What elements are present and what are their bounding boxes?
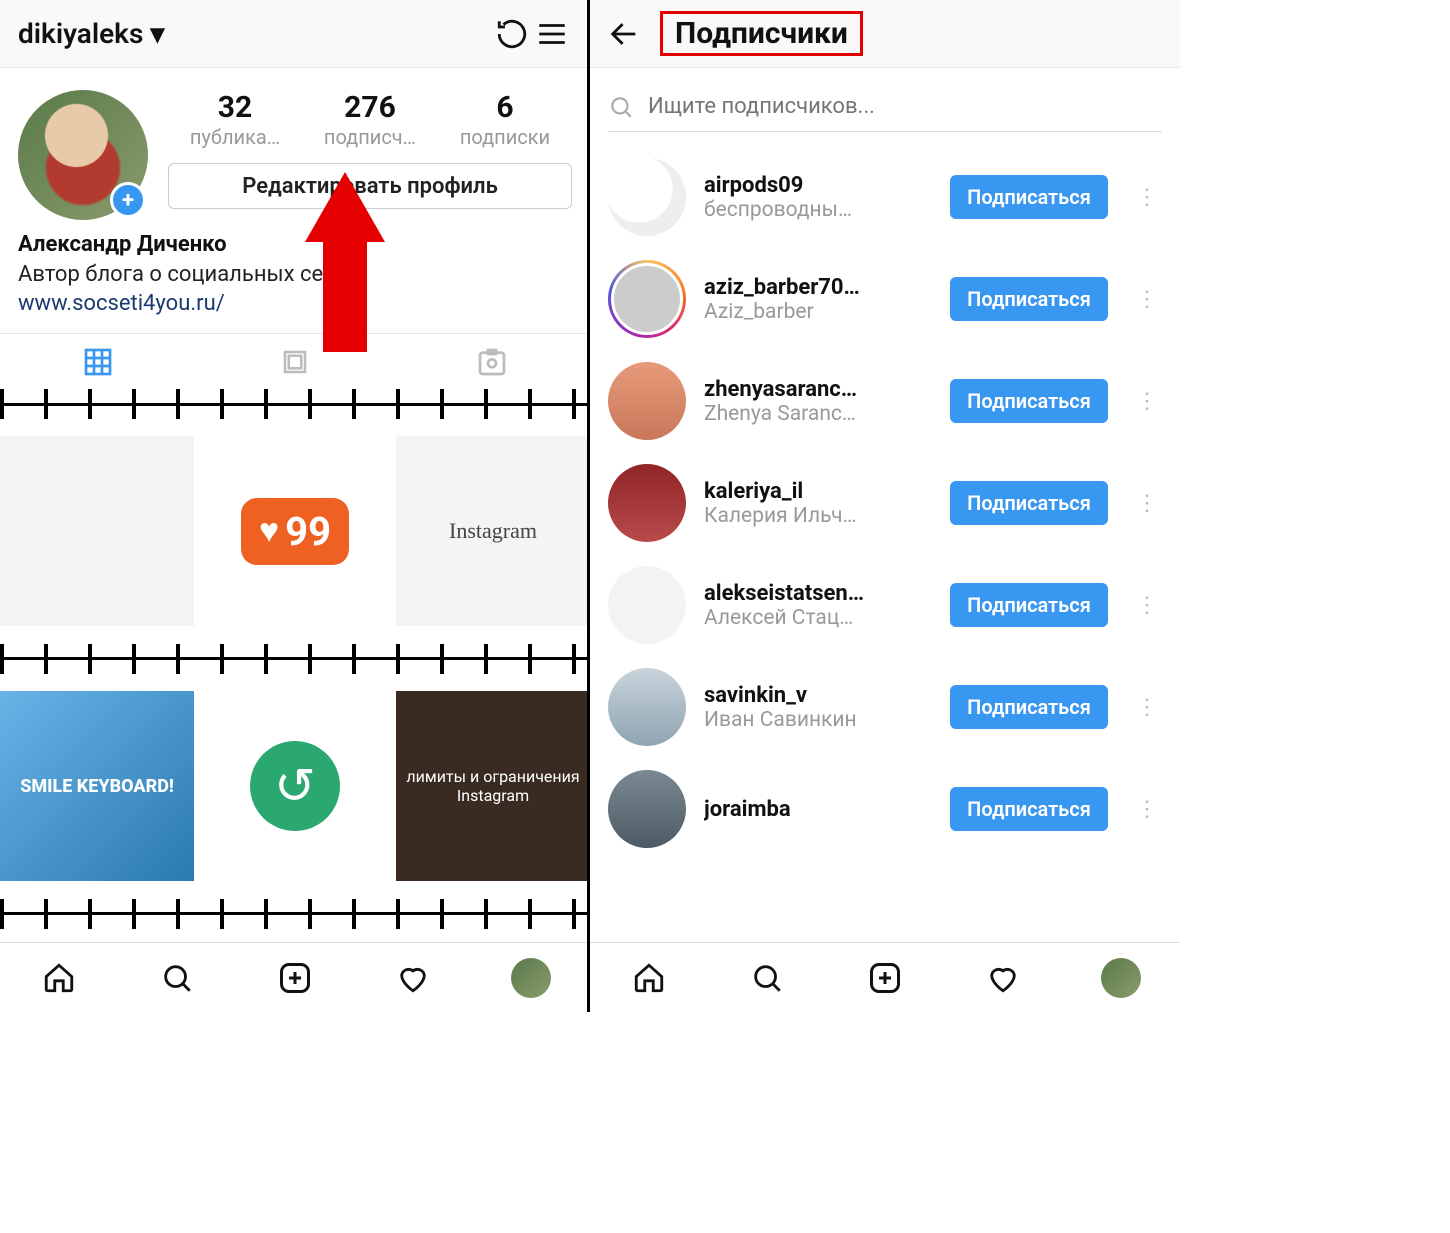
follower-avatar[interactable]	[608, 770, 686, 848]
follower-username: zhenyasaranc…	[704, 377, 932, 402]
add-story-icon[interactable]: +	[110, 182, 146, 218]
nav-add-icon[interactable]	[275, 958, 315, 998]
follow-button[interactable]: Подписаться	[950, 481, 1108, 525]
stat-followers[interactable]: 276 подписч…	[324, 90, 416, 149]
bottom-nav	[0, 942, 590, 1012]
username-dropdown[interactable]: dikiyaleks ▾	[18, 17, 164, 50]
post-tile[interactable]: ↺	[198, 691, 392, 881]
profile-tabs	[0, 333, 590, 389]
post-tile[interactable]: Instagram	[396, 436, 590, 626]
more-icon[interactable]: ⋮	[1126, 593, 1162, 618]
follow-button[interactable]: Подписаться	[950, 277, 1108, 321]
follower-displayname: Иван Савинкин	[704, 708, 932, 732]
search-icon	[608, 94, 634, 120]
follower-avatar[interactable]	[608, 566, 686, 644]
followers-list: airpods09беспроводны…Подписаться⋮aziz_ba…	[590, 146, 1180, 942]
follower-row[interactable]: savinkin_vИван Савинкин Подписаться ⋮	[590, 656, 1180, 758]
post-tile[interactable]: SMILE KEYBOARD!	[0, 691, 194, 881]
follower-username: airpods09	[704, 173, 932, 198]
nav-home-icon[interactable]	[629, 958, 669, 998]
search-input[interactable]	[648, 94, 1162, 119]
profile-description: Автор блога о социальных сетях	[18, 260, 572, 290]
more-icon[interactable]: ⋮	[1126, 287, 1162, 312]
stat-following[interactable]: 6 подписки	[460, 90, 550, 149]
follower-avatar[interactable]	[608, 464, 686, 542]
profile-avatar[interactable]: +	[18, 90, 148, 220]
follower-row[interactable]: zhenyasaranc…Zhenya Saranc… Подписаться ⋮	[590, 350, 1180, 452]
follower-displayname: Aziz_barber	[704, 300, 932, 324]
more-icon[interactable]: ⋮	[1126, 389, 1162, 414]
follower-avatar[interactable]	[608, 668, 686, 746]
nav-search-icon[interactable]	[747, 958, 787, 998]
bottom-nav	[590, 942, 1180, 1012]
follower-username: savinkin_v	[704, 683, 932, 708]
follower-row[interactable]: alekseistatsen…Алексей Стац… Подписаться ⋮	[590, 554, 1180, 656]
follower-username: kaleriya_il	[704, 479, 932, 504]
more-icon[interactable]: ⋮	[1126, 695, 1162, 720]
grid-decor	[0, 389, 590, 419]
followers-topbar: Подписчики	[590, 0, 1180, 68]
follower-username: joraimba	[704, 797, 932, 822]
more-icon[interactable]: ⋮	[1126, 491, 1162, 516]
grid-decor	[0, 899, 590, 929]
follow-button[interactable]: Подписаться	[950, 787, 1108, 831]
more-icon[interactable]: ⋮	[1126, 797, 1162, 822]
follower-row[interactable]: joraimba Подписаться ⋮	[590, 758, 1180, 860]
follower-username: aziz_barber70…	[704, 275, 932, 300]
follower-row[interactable]: kaleriya_ilКалерия Ильч… Подписаться ⋮	[590, 452, 1180, 554]
follower-displayname: Алексей Стац…	[704, 606, 932, 630]
followers-screen: Подписчики airpods09беспроводны… Подписат…	[590, 0, 1180, 1012]
profile-screen: dikiyaleks ▾ + 32 публика…	[0, 0, 590, 1012]
follower-displayname: Zhenya Saranc…	[704, 402, 932, 426]
tab-tagged[interactable]	[393, 334, 590, 389]
follower-username: alekseistatsen…	[704, 581, 932, 606]
follow-button[interactable]: Подписаться	[950, 583, 1108, 627]
follow-button[interactable]: Подписаться	[950, 685, 1108, 729]
menu-icon[interactable]	[532, 14, 572, 54]
profile-link[interactable]: www.socseti4you.ru/	[18, 289, 572, 319]
post-tile[interactable]	[0, 436, 194, 626]
stat-posts[interactable]: 32 публика…	[190, 90, 280, 149]
post-tile[interactable]: 99	[198, 436, 392, 626]
follower-row[interactable]: aziz_barber70…Aziz_barber Подписаться ⋮	[590, 248, 1180, 350]
nav-activity-icon[interactable]	[393, 958, 433, 998]
nav-activity-icon[interactable]	[983, 958, 1023, 998]
more-icon[interactable]: ⋮	[1126, 185, 1162, 210]
grid-decor	[0, 644, 590, 674]
nav-profile-icon[interactable]	[511, 958, 551, 998]
follower-displayname: Калерия Ильч…	[704, 504, 932, 528]
tab-grid[interactable]	[0, 334, 197, 389]
chevron-down-icon: ▾	[150, 17, 164, 50]
profile-name: Александр Диченко	[18, 230, 572, 260]
back-icon[interactable]	[604, 14, 644, 54]
followers-search[interactable]	[608, 82, 1162, 132]
follow-button[interactable]: Подписаться	[950, 175, 1108, 219]
posts-grid: 99 Instagram SMILE KEYBOARD! ↺ лимиты и …	[0, 389, 590, 942]
follow-button[interactable]: Подписаться	[950, 379, 1108, 423]
nav-search-icon[interactable]	[157, 958, 197, 998]
post-tile[interactable]: лимиты и ограничения Instagram	[396, 691, 590, 881]
followers-title: Подписчики	[660, 11, 863, 56]
profile-bio: Александр Диченко Автор блога о социальн…	[0, 230, 590, 333]
follower-avatar[interactable]	[608, 158, 686, 236]
nav-add-icon[interactable]	[865, 958, 905, 998]
follower-avatar[interactable]	[608, 362, 686, 440]
follower-displayname: беспроводны…	[704, 198, 932, 222]
edit-profile-button[interactable]: Редактировать профиль	[168, 163, 572, 209]
tab-feed[interactable]	[197, 334, 394, 389]
follower-avatar[interactable]	[608, 260, 686, 338]
follower-row[interactable]: airpods09беспроводны… Подписаться ⋮	[590, 146, 1180, 248]
nav-profile-icon[interactable]	[1101, 958, 1141, 998]
activity-icon[interactable]	[492, 14, 532, 54]
nav-home-icon[interactable]	[39, 958, 79, 998]
profile-topbar: dikiyaleks ▾	[0, 0, 590, 68]
